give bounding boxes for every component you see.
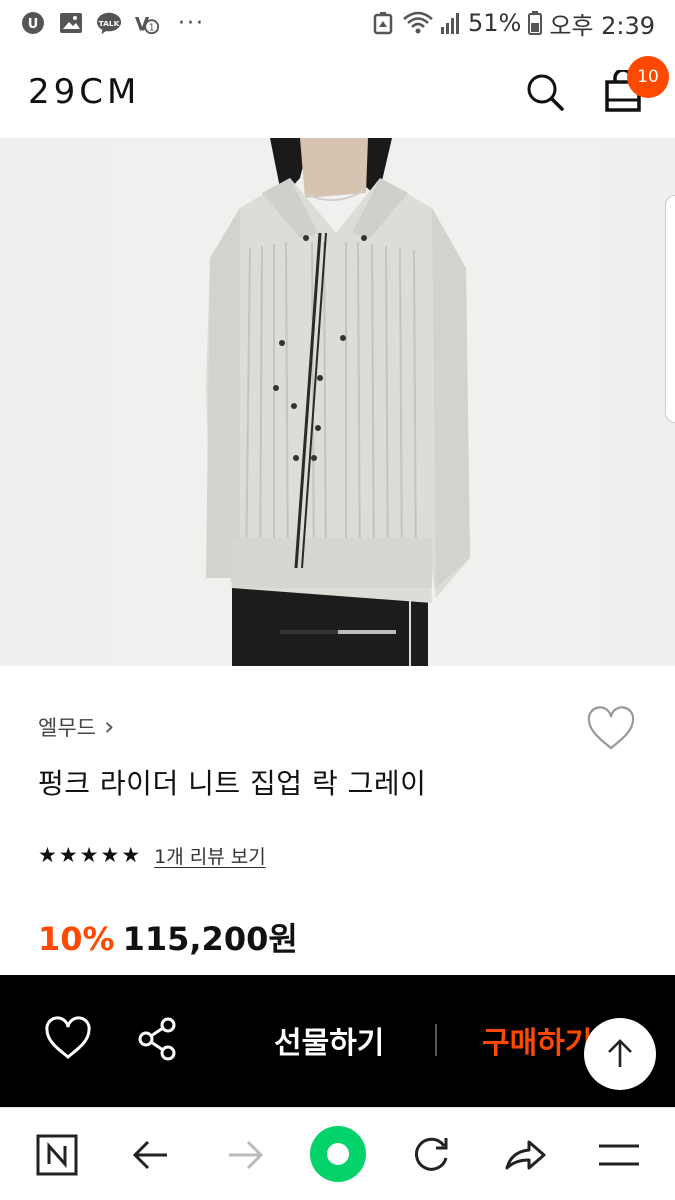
menu-icon[interactable]	[596, 1132, 642, 1178]
uplus-app-icon: U	[20, 10, 46, 36]
battery-percent: 51%	[467, 9, 522, 37]
wishlist-heart-icon[interactable]	[586, 706, 636, 752]
heart-icon[interactable]	[44, 1015, 92, 1063]
signal-icon	[440, 10, 462, 36]
carousel-indicator-inactive	[338, 630, 396, 634]
brand-name: 엘무드	[38, 716, 96, 740]
svg-text:U: U	[28, 17, 39, 32]
battery-icon	[527, 10, 543, 36]
carousel-indicator-active	[280, 630, 338, 634]
status-notifications: U TALK V1 ···	[20, 10, 205, 36]
v3-app-icon: V1	[134, 10, 160, 36]
kakaotalk-icon: TALK	[96, 10, 122, 36]
wifi-icon	[402, 10, 434, 36]
side-drawer-handle[interactable]	[665, 195, 675, 423]
gallery-icon	[58, 10, 84, 36]
star-icon: ★	[79, 843, 99, 867]
brand-link[interactable]: 엘무드 ›	[38, 712, 114, 742]
forward-arrow-icon[interactable]	[222, 1132, 268, 1178]
svg-text:1: 1	[149, 22, 155, 33]
cart-count-badge: 10	[627, 56, 669, 98]
sale-price: 115,200원	[122, 920, 298, 958]
star-icon: ★	[100, 843, 120, 867]
clock: 오후 2:39	[549, 11, 655, 40]
product-photo	[0, 138, 675, 666]
review-link[interactable]: 1개 리뷰 보기	[154, 842, 266, 869]
divider	[435, 1024, 437, 1056]
recycle-icon	[370, 10, 396, 36]
talk-label: TALK	[99, 19, 120, 28]
naver-home-icon[interactable]	[34, 1132, 80, 1178]
status-system: 51% 오후 2:39	[370, 6, 655, 41]
share-icon[interactable]	[134, 1015, 182, 1063]
cart-button[interactable]: 10	[603, 56, 669, 114]
rating-row: ★ ★ ★ ★ ★ 1개 리뷰 보기	[38, 842, 266, 869]
star-rating: ★ ★ ★ ★ ★	[38, 845, 140, 866]
scroll-to-top-button[interactable]	[584, 1018, 656, 1090]
refresh-icon[interactable]	[408, 1132, 454, 1178]
buy-button[interactable]: 구매하기	[482, 1018, 592, 1062]
green-dot-icon	[327, 1143, 349, 1165]
product-title: 펑크 라이더 니트 집업 락 그레이	[38, 767, 427, 800]
price-row: 10% 115,200원	[38, 914, 298, 960]
discount-rate: 10%	[38, 920, 115, 958]
star-icon: ★	[121, 843, 141, 867]
share-forward-icon[interactable]	[502, 1132, 548, 1178]
back-arrow-icon[interactable]	[128, 1132, 174, 1178]
product-image-carousel[interactable]	[0, 138, 675, 666]
carousel-indicator	[280, 630, 396, 634]
star-icon: ★	[58, 843, 78, 867]
status-bar: U TALK V1 ··· 51% 오후 2:39	[0, 0, 675, 46]
more-notifications-icon: ···	[178, 10, 205, 36]
gift-button[interactable]: 선물하기	[274, 1018, 384, 1062]
chevron-right-icon: ›	[103, 712, 115, 742]
brand-logo[interactable]: 29CM	[28, 72, 140, 112]
arrow-up-icon	[604, 1038, 636, 1070]
star-icon: ★	[38, 843, 57, 867]
app-header: 29CM 10	[0, 46, 675, 138]
green-dot-button[interactable]	[310, 1126, 366, 1182]
search-icon[interactable]	[525, 72, 565, 112]
